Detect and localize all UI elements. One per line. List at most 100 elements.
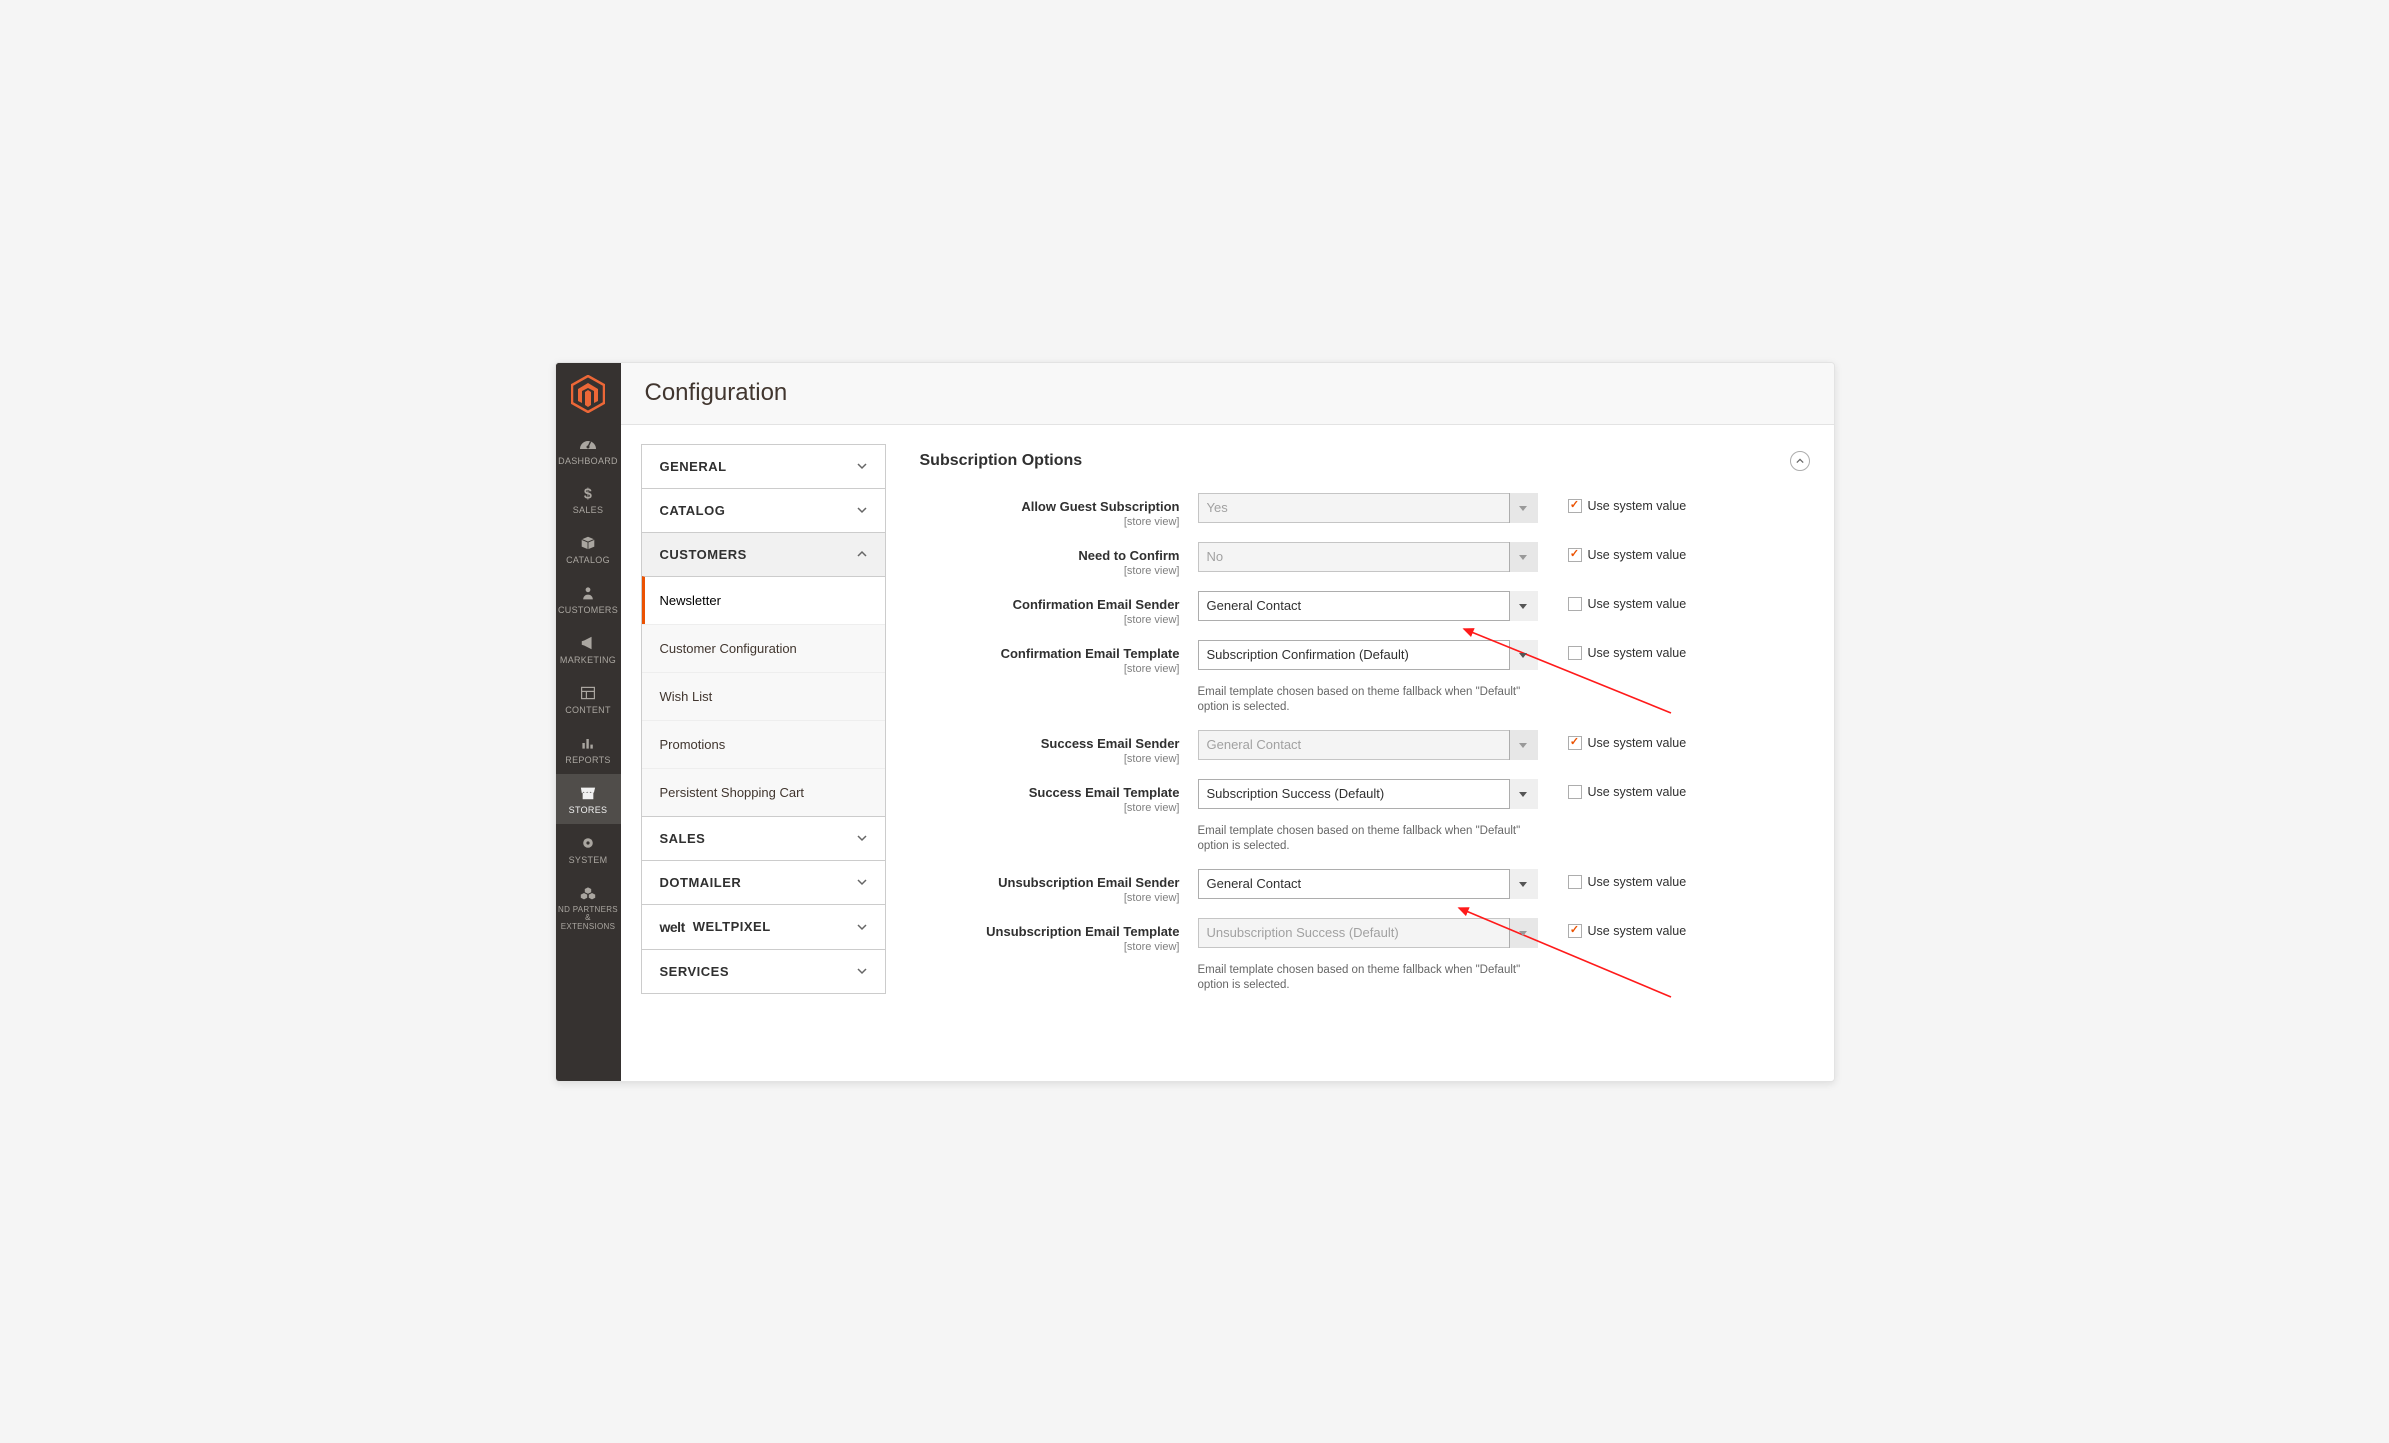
use-system-label: Use system value <box>1588 924 1687 938</box>
select-confSender[interactable]: General Contact <box>1198 591 1538 621</box>
field-check-col: Use system value <box>1538 640 1810 660</box>
select-wrapper: General Contact <box>1198 869 1538 899</box>
magento-hex-icon <box>571 375 605 413</box>
chevron-down-icon <box>857 922 867 932</box>
field-control-col: General Contact <box>1198 869 1538 899</box>
section-header[interactable]: Subscription Options <box>920 445 1810 493</box>
config-sub-persistent-cart[interactable]: Persistent Shopping Cart <box>642 768 885 816</box>
field-scope: [store view] <box>920 663 1180 675</box>
select-wrapper: Unsubscription Success (Default) <box>1198 918 1538 948</box>
field-row-succTemplate: Success Email Template [store view] Subs… <box>920 779 1810 814</box>
config-tab-services[interactable]: SERVICES <box>641 949 886 994</box>
boxes-icon <box>578 884 598 902</box>
field-row-unsubSender: Unsubscription Email Sender [store view]… <box>920 869 1810 904</box>
rail-item-partners[interactable]: ND PARTNERS & EXTENSIONS <box>556 874 621 940</box>
rail-item-marketing[interactable]: MARKETING <box>556 624 621 674</box>
use-system-checkbox-succSender[interactable] <box>1568 736 1582 750</box>
magento-logo[interactable] <box>556 363 621 425</box>
config-tab-customers[interactable]: CUSTOMERS Newsletter Customer Configurat… <box>641 532 886 817</box>
use-system-checkbox-confSender[interactable] <box>1568 597 1582 611</box>
fields-container: Allow Guest Subscription [store view] Ye… <box>920 493 1810 1008</box>
weltpixel-logo: welt <box>660 919 685 935</box>
chevron-up-icon <box>1796 457 1804 465</box>
field-scope: [store view] <box>920 614 1180 626</box>
select-unsubSender[interactable]: General Contact <box>1198 869 1538 899</box>
field-label: Allow Guest Subscription <box>1021 499 1179 514</box>
section-collapse-button[interactable] <box>1790 451 1810 471</box>
field-label-col: Allow Guest Subscription [store view] <box>920 493 1198 528</box>
field-control-col: General Contact <box>1198 591 1538 621</box>
config-sub-customer-config[interactable]: Customer Configuration <box>642 624 885 672</box>
field-scope: [store view] <box>920 565 1180 577</box>
field-label-col: Unsubscription Email Template [store vie… <box>920 918 1198 953</box>
select-unsubTemplate[interactable]: Unsubscription Success (Default) <box>1198 918 1538 948</box>
field-control-col: Subscription Confirmation (Default) <box>1198 640 1538 670</box>
field-scope: [store view] <box>920 516 1180 528</box>
rail-item-stores[interactable]: STORES <box>556 774 621 824</box>
select-succTemplate[interactable]: Subscription Success (Default) <box>1198 779 1538 809</box>
select-needConfirm[interactable]: No <box>1198 542 1538 572</box>
field-hint-row-succTemplate: Email template chosen based on theme fal… <box>920 820 1810 869</box>
box-icon <box>578 534 598 552</box>
field-row-succSender: Success Email Sender [store view] Genera… <box>920 730 1810 765</box>
layout-icon <box>578 684 598 702</box>
field-scope: [store view] <box>920 892 1180 904</box>
config-tab-dotmailer[interactable]: DOTMAILER <box>641 860 886 905</box>
use-system-checkbox-unsubSender[interactable] <box>1568 875 1582 889</box>
rail-item-system[interactable]: SYSTEM <box>556 824 621 874</box>
use-system-checkbox-unsubTemplate[interactable] <box>1568 924 1582 938</box>
select-wrapper: Yes <box>1198 493 1538 523</box>
rail-item-sales[interactable]: $ SALES <box>556 474 621 524</box>
rail-item-catalog[interactable]: CATALOG <box>556 524 621 574</box>
config-tab-general[interactable]: GENERAL <box>641 444 886 489</box>
field-row-confSender: Confirmation Email Sender [store view] G… <box>920 591 1810 626</box>
select-wrapper: No <box>1198 542 1538 572</box>
config-main-panel: Subscription Options Allow Guest Subscri… <box>896 425 1834 1081</box>
field-scope: [store view] <box>920 941 1180 953</box>
config-sub-promotions[interactable]: Promotions <box>642 720 885 768</box>
select-allowGuest[interactable]: Yes <box>1198 493 1538 523</box>
config-sub-newsletter[interactable]: Newsletter <box>642 576 885 624</box>
field-check-col: Use system value <box>1538 493 1810 513</box>
field-hint: Email template chosen based on theme fal… <box>1198 681 1538 730</box>
rail-item-customers[interactable]: CUSTOMERS <box>556 574 621 624</box>
use-system-checkbox-succTemplate[interactable] <box>1568 785 1582 799</box>
field-check-col: Use system value <box>1538 869 1810 889</box>
rail-item-content[interactable]: CONTENT <box>556 674 621 724</box>
field-scope: [store view] <box>920 753 1180 765</box>
use-system-label: Use system value <box>1588 785 1687 799</box>
page-body: GENERAL CATALOG CUSTOMERS Newsletter Cus… <box>621 425 1834 1081</box>
field-control-col: General Contact <box>1198 730 1538 760</box>
bar-chart-icon <box>578 734 598 752</box>
select-wrapper: Subscription Success (Default) <box>1198 779 1538 809</box>
field-scope: [store view] <box>920 802 1180 814</box>
field-label: Need to Confirm <box>1078 548 1179 563</box>
use-system-checkbox-allowGuest[interactable] <box>1568 499 1582 513</box>
field-hint-row-confTemplate: Email template chosen based on theme fal… <box>920 681 1810 730</box>
use-system-checkbox-needConfirm[interactable] <box>1568 548 1582 562</box>
page-title: Configuration <box>645 379 788 407</box>
field-row-allowGuest: Allow Guest Subscription [store view] Ye… <box>920 493 1810 528</box>
config-sub-wishlist[interactable]: Wish List <box>642 672 885 720</box>
select-wrapper: Subscription Confirmation (Default) <box>1198 640 1538 670</box>
chevron-down-icon <box>857 966 867 976</box>
config-tab-customers-sub: Newsletter Customer Configuration Wish L… <box>642 576 885 816</box>
use-system-label: Use system value <box>1588 646 1687 660</box>
config-tab-weltpixel[interactable]: welt WELTPIXEL <box>641 904 886 950</box>
field-check-col: Use system value <box>1538 591 1810 611</box>
content-area: Configuration GENERAL CATALOG CUSTOMERS … <box>621 363 1834 1081</box>
field-row-needConfirm: Need to Confirm [store view] No Use syst… <box>920 542 1810 577</box>
use-system-label: Use system value <box>1588 736 1687 750</box>
config-tabs-sidebar: GENERAL CATALOG CUSTOMERS Newsletter Cus… <box>621 425 896 1081</box>
field-label-col: Success Email Template [store view] <box>920 779 1198 814</box>
rail-item-reports[interactable]: REPORTS <box>556 724 621 774</box>
use-system-checkbox-confTemplate[interactable] <box>1568 646 1582 660</box>
rail-item-dashboard[interactable]: DASHBOARD <box>556 425 621 475</box>
field-row-unsubTemplate: Unsubscription Email Template [store vie… <box>920 918 1810 953</box>
gear-icon <box>578 834 598 852</box>
select-succSender[interactable]: General Contact <box>1198 730 1538 760</box>
select-confTemplate[interactable]: Subscription Confirmation (Default) <box>1198 640 1538 670</box>
use-system-label: Use system value <box>1588 875 1687 889</box>
config-tab-catalog[interactable]: CATALOG <box>641 488 886 533</box>
config-tab-sales[interactable]: SALES <box>641 816 886 861</box>
